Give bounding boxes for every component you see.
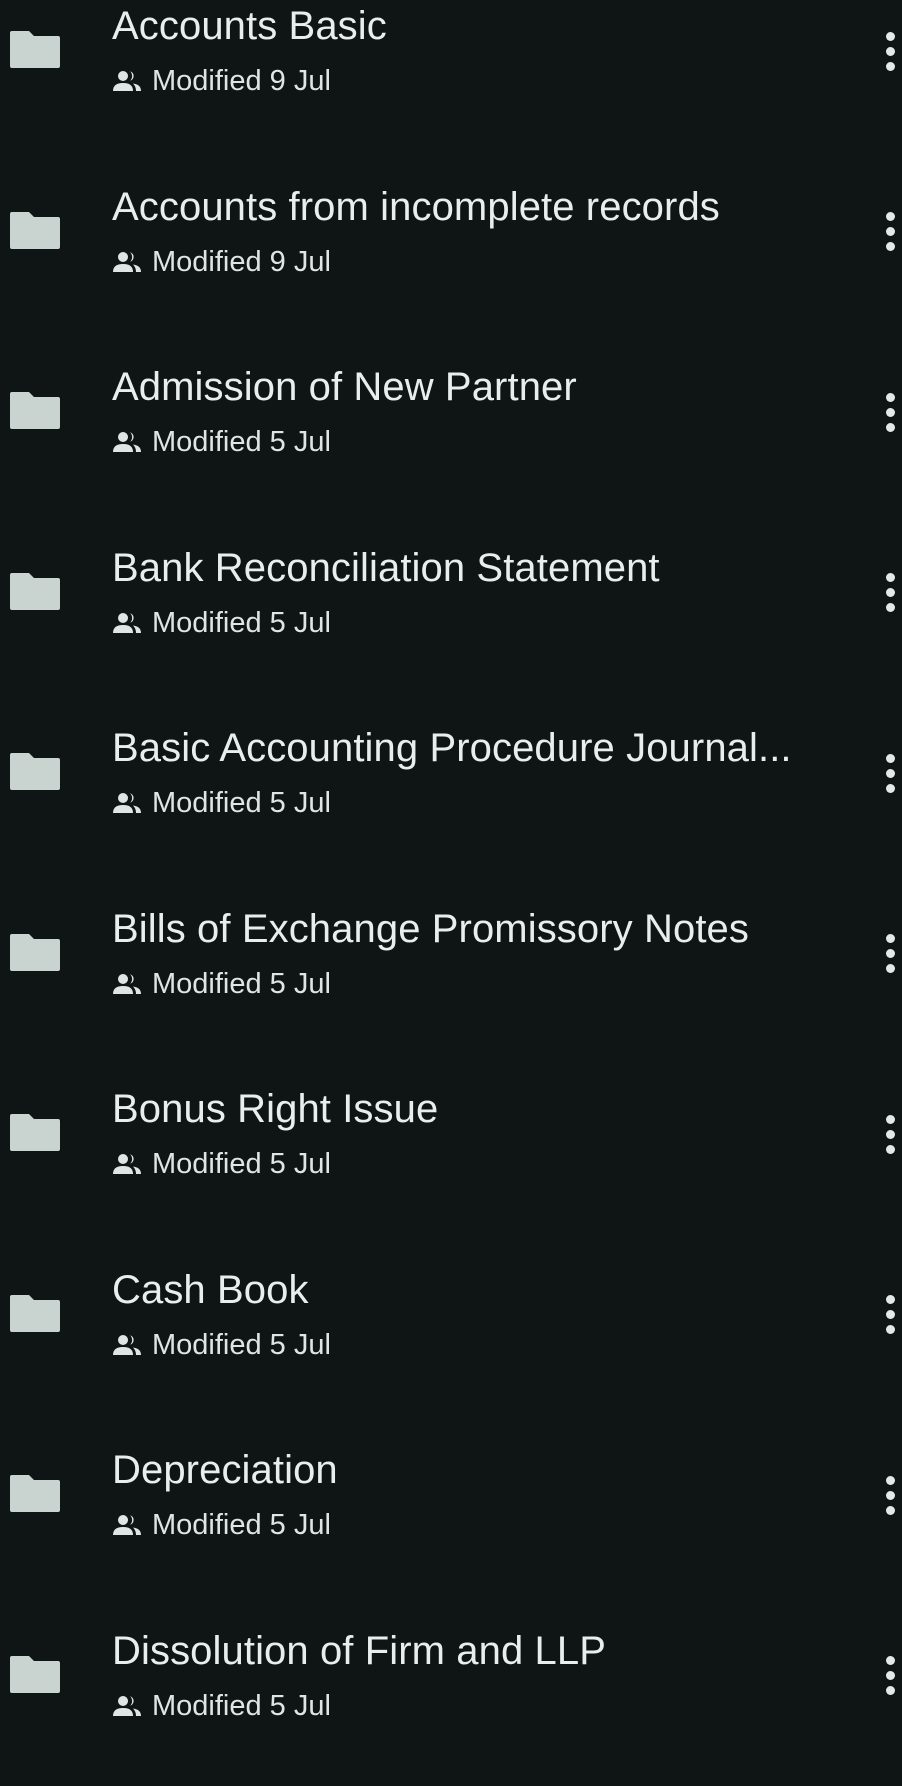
folder-meta: Modified 5 Jul <box>112 966 331 1002</box>
shared-people-icon <box>112 1694 142 1718</box>
modified-date: Modified 9 Jul <box>152 244 331 280</box>
modified-date: Modified 5 Jul <box>152 785 331 821</box>
more-vertical-icon[interactable] <box>870 208 902 256</box>
folder-meta: Modified 5 Jul <box>112 1507 331 1543</box>
modified-date: Modified 5 Jul <box>152 1688 331 1724</box>
shared-people-icon <box>112 69 142 93</box>
more-vertical-icon[interactable] <box>870 1471 902 1519</box>
folder-icon <box>9 1112 61 1152</box>
modified-date: Modified 5 Jul <box>152 1507 331 1543</box>
folder-meta: Modified 5 Jul <box>112 605 331 641</box>
shared-people-icon <box>112 611 142 635</box>
more-vertical-icon[interactable] <box>870 930 902 978</box>
file-list: Accounts Basic Modified 9 Jul Accounts f… <box>0 0 902 1786</box>
modified-date: Modified 5 Jul <box>152 1146 331 1182</box>
more-vertical-icon[interactable] <box>870 1652 902 1700</box>
shared-people-icon <box>112 791 142 815</box>
more-vertical-icon[interactable] <box>870 27 902 75</box>
shared-people-icon <box>112 1513 142 1537</box>
folder-row[interactable]: Bills of Exchange Promissory Notes Modif… <box>0 884 902 1065</box>
folder-name: Bills of Exchange Promissory Notes <box>112 905 832 953</box>
more-vertical-icon[interactable] <box>870 388 902 436</box>
shared-people-icon <box>112 1152 142 1176</box>
folder-icon <box>9 571 61 611</box>
modified-date: Modified 5 Jul <box>152 605 331 641</box>
shared-people-icon <box>112 430 142 454</box>
folder-meta: Modified 5 Jul <box>112 1327 331 1363</box>
folder-meta: Modified 5 Jul <box>112 785 331 821</box>
more-vertical-icon[interactable] <box>870 1110 902 1158</box>
folder-icon <box>9 390 61 430</box>
folder-row[interactable]: Bonus Right Issue Modified 5 Jul <box>0 1064 902 1245</box>
folder-name: Accounts Basic <box>112 2 832 50</box>
folder-meta: Modified 9 Jul <box>112 63 331 99</box>
folder-row[interactable]: Bank Reconciliation Statement Modified 5… <box>0 523 902 704</box>
folder-name: Basic Accounting Procedure Journal... <box>112 724 832 772</box>
folder-name: Depreciation <box>112 1446 832 1494</box>
folder-icon <box>9 932 61 972</box>
more-vertical-icon[interactable] <box>870 569 902 617</box>
folder-icon <box>9 210 61 250</box>
folder-icon <box>9 1654 61 1694</box>
folder-name: Admission of New Partner <box>112 363 832 411</box>
folder-meta: Modified 5 Jul <box>112 1146 331 1182</box>
folder-meta: Modified 9 Jul <box>112 244 331 280</box>
folder-row[interactable]: Accounts Basic Modified 9 Jul <box>0 0 902 162</box>
more-vertical-icon[interactable] <box>870 749 902 797</box>
folder-row[interactable]: Cash Book Modified 5 Jul <box>0 1245 902 1426</box>
folder-name: Bonus Right Issue <box>112 1085 832 1133</box>
modified-date: Modified 5 Jul <box>152 1327 331 1363</box>
folder-row[interactable]: Depreciation Modified 5 Jul <box>0 1425 902 1606</box>
modified-date: Modified 5 Jul <box>152 966 331 1002</box>
shared-people-icon <box>112 1333 142 1357</box>
shared-people-icon <box>112 972 142 996</box>
modified-date: Modified 5 Jul <box>152 424 331 460</box>
folder-icon <box>9 29 61 69</box>
folder-icon <box>9 751 61 791</box>
folder-row[interactable]: Dissolution of Firm and LLP Modified 5 J… <box>0 1606 902 1786</box>
folder-row[interactable]: Admission of New Partner Modified 5 Jul <box>0 342 902 523</box>
folder-meta: Modified 5 Jul <box>112 424 331 460</box>
more-vertical-icon[interactable] <box>870 1291 902 1339</box>
folder-row[interactable]: Basic Accounting Procedure Journal... Mo… <box>0 703 902 884</box>
folder-icon <box>9 1293 61 1333</box>
folder-meta: Modified 5 Jul <box>112 1688 331 1724</box>
folder-name: Cash Book <box>112 1266 832 1314</box>
folder-row[interactable]: Accounts from incomplete records Modifie… <box>0 162 902 343</box>
folder-name: Accounts from incomplete records <box>112 183 832 231</box>
folder-name: Bank Reconciliation Statement <box>112 544 832 592</box>
folder-name: Dissolution of Firm and LLP <box>112 1627 832 1675</box>
shared-people-icon <box>112 250 142 274</box>
folder-icon <box>9 1473 61 1513</box>
modified-date: Modified 9 Jul <box>152 63 331 99</box>
